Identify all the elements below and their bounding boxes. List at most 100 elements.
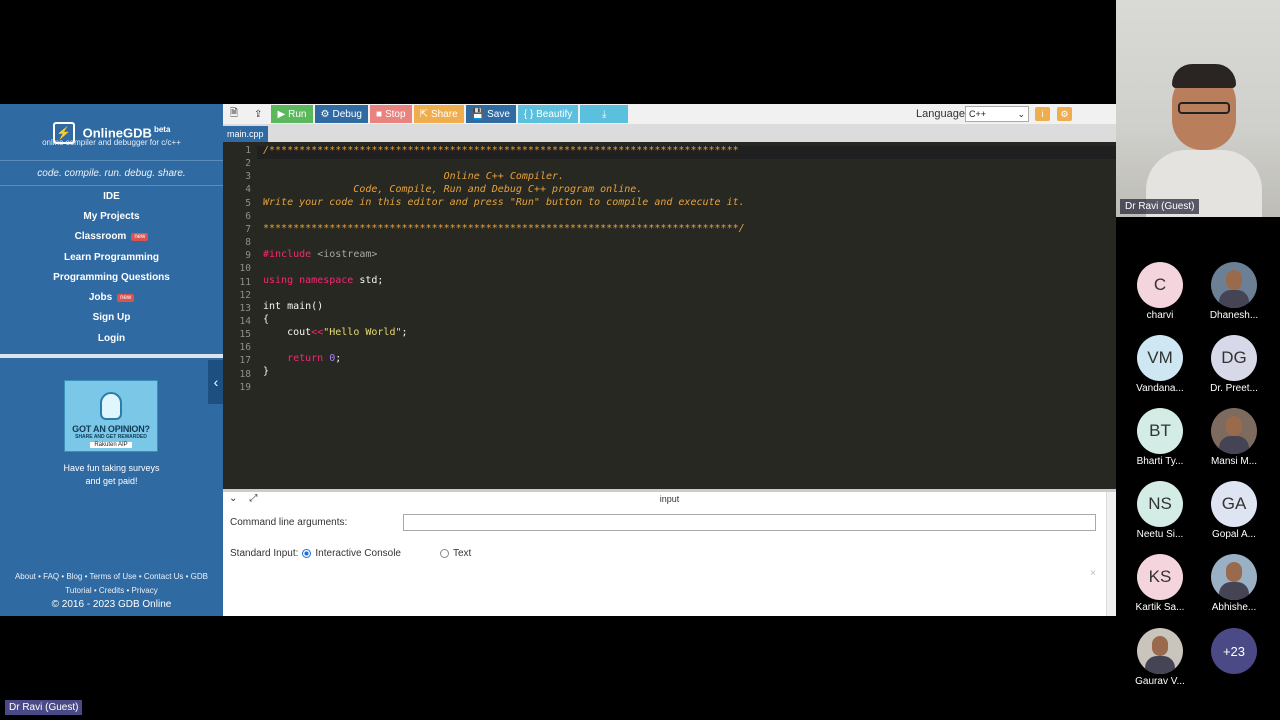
- ad-brand: Rakuten AIP: [90, 442, 132, 448]
- close-icon[interactable]: ×: [1090, 568, 1096, 579]
- brand-tagline: online compiler and debugger for c/c++: [42, 138, 181, 147]
- command-line-args-input[interactable]: [403, 514, 1096, 531]
- participant-name: Neetu Si...: [1136, 529, 1184, 540]
- text-radio[interactable]: [440, 549, 449, 558]
- interactive-console-radio[interactable]: [302, 549, 312, 558]
- standard-input-label: Standard Input:: [230, 548, 299, 559]
- run-button[interactable]: ▶ Run: [271, 105, 313, 123]
- interactive-console-label: Interactive Console: [315, 548, 401, 559]
- footer-links-1[interactable]: About • FAQ • Blog • Terms of Use • Cont…: [0, 570, 223, 584]
- code-line-13: int main(): [263, 301, 324, 312]
- line-number-gutter: 1 2 3 4 5 6 7 8 9 10 11 12 13 14 15 16 17 18 19: [223, 142, 257, 489]
- language-label: Language: [916, 108, 965, 120]
- participant-name: Vandana...: [1136, 383, 1184, 394]
- participant-tile[interactable]: Mansi M...: [1197, 408, 1271, 467]
- sidebar-item-my-projects[interactable]: My Projects: [0, 206, 223, 226]
- participant-tile[interactable]: Ccharvi: [1123, 262, 1197, 321]
- line-number: 18: [239, 368, 251, 380]
- share-icon: ⇱: [419, 108, 428, 120]
- sidebar-item-programming-questions[interactable]: Programming Questions: [0, 267, 223, 287]
- participant-name: Dhanesh...: [1209, 310, 1259, 321]
- tab-main-cpp[interactable]: main.cpp: [223, 126, 268, 142]
- beautify-button[interactable]: { } Beautify: [517, 105, 579, 123]
- line-number: 13: [239, 302, 251, 314]
- line-number: 1: [245, 145, 251, 156]
- participant-tile[interactable]: Abhishe...: [1197, 554, 1271, 613]
- chevron-down-icon[interactable]: ⌄: [229, 493, 237, 504]
- participant-tile[interactable]: KS Kartik Sa...: [1123, 554, 1197, 613]
- participant-photo: [1211, 554, 1257, 600]
- expand-icon[interactable]: ⤢: [249, 493, 257, 504]
- save-button[interactable]: 💾 Save: [465, 105, 516, 123]
- participant-avatar: +23: [1211, 628, 1257, 674]
- code-line-5: Write your code in this editor and press…: [263, 197, 745, 208]
- new-file-button[interactable]: 🗎: [223, 105, 245, 123]
- brand[interactable]: ⚡ OnlineGDB beta: [0, 104, 223, 156]
- participant-name: Gopal A...: [1212, 529, 1256, 540]
- line-number: 7: [245, 223, 251, 235]
- standard-input-row: Standard Input: Interactive Console: [230, 548, 401, 559]
- participant-name: Dr. Preet...: [1210, 383, 1258, 394]
- input-panel: ⌄ ⤢ input Command line arguments: Standa…: [223, 489, 1116, 616]
- code-line-3: Online C++ Compiler.: [263, 171, 565, 182]
- sidebar-item-jobs[interactable]: Jobs new: [0, 287, 223, 307]
- sidebar-item-learn-programming[interactable]: Learn Programming: [0, 247, 223, 267]
- new-badge: new: [117, 293, 135, 302]
- participant-name: Bharti Ty...: [1136, 456, 1184, 467]
- participant-tile[interactable]: +23: [1197, 628, 1271, 674]
- sidebar-item-login[interactable]: Login: [0, 328, 223, 348]
- participant-tile[interactable]: Dhanesh...: [1197, 262, 1271, 321]
- file-tab-strip: main.cpp: [223, 124, 1116, 142]
- participant-tile[interactable]: Gaurav V...: [1123, 628, 1197, 687]
- line-number: 14: [239, 315, 251, 327]
- participant-tile[interactable]: NS Neetu Si...: [1123, 481, 1197, 540]
- participant-photo: [1211, 408, 1257, 454]
- code-editor[interactable]: 1 2 3 4 5 6 7 8 9 10 11 12 13 14 15 16 17 18 19 /*********…: [223, 142, 1116, 489]
- play-icon: ▶: [277, 108, 286, 120]
- participant-avatar: NS: [1137, 481, 1183, 527]
- participant-photo: [1211, 262, 1257, 308]
- line-number: 9: [245, 250, 251, 262]
- line-number: 8: [245, 237, 251, 249]
- screen: ⚡ OnlineGDB beta online compiler and debu…: [0, 0, 1280, 720]
- code-line-7: ****************************************…: [263, 223, 745, 234]
- info-button[interactable]: i: [1035, 107, 1050, 121]
- sidebar-item-classroom[interactable]: Classroom new: [0, 227, 223, 247]
- lightbulb-icon: [100, 392, 122, 420]
- new-badge: new: [131, 232, 149, 241]
- participant-name: charvi: [1146, 310, 1174, 321]
- active-speaker-video[interactable]: Dr Ravi (Guest): [1116, 0, 1280, 217]
- open-button[interactable]: ⇪: [247, 105, 269, 123]
- line-number: 19: [239, 381, 251, 393]
- participant-tile[interactable]: DG Dr. Preet...: [1197, 335, 1271, 394]
- ad-banner[interactable]: GOT AN OPINION? SHARE AND GET REWARDED R…: [64, 380, 158, 452]
- code-line-1: /***************************************…: [263, 145, 739, 156]
- participant-tile[interactable]: VM Vandana...: [1123, 335, 1197, 394]
- ad-subtitle: SHARE AND GET REWARDED: [75, 434, 147, 440]
- participant-tile[interactable]: GA Gopal A...: [1197, 481, 1271, 540]
- share-button[interactable]: ⇱ Share: [413, 105, 464, 123]
- code-line-9: #include <iostream>: [263, 249, 378, 260]
- copyright: © 2016 - 2023 GDB Online: [51, 599, 172, 610]
- save-icon: 💾: [471, 108, 485, 120]
- sidebar-item-sign-up[interactable]: Sign Up: [0, 308, 223, 328]
- input-panel-scrollbar[interactable]: [1106, 492, 1116, 616]
- participant-avatar: BT: [1137, 408, 1183, 454]
- ad-title: GOT AN OPINION?: [72, 424, 150, 434]
- language-select[interactable]: C++ ⌄: [965, 106, 1029, 122]
- footer-links-2[interactable]: Tutorial • Credits • Privacy: [0, 584, 223, 598]
- settings-button[interactable]: ⚙: [1057, 107, 1072, 121]
- ad-text: Have fun taking surveys and get paid!: [63, 463, 160, 486]
- stop-button[interactable]: ■ Stop: [369, 105, 412, 123]
- code-line-4: Code, Compile, Run and Debug C++ program…: [263, 184, 643, 195]
- sidebar-item-ide[interactable]: IDE: [0, 186, 223, 206]
- gear-icon: ⚙: [1060, 108, 1069, 119]
- debug-button[interactable]: ⚙ Debug: [314, 105, 368, 123]
- sidebar-footer: About • FAQ • Blog • Terms of Use • Cont…: [0, 570, 223, 612]
- sidebar: ⚡ OnlineGDB beta online compiler and debu…: [0, 104, 224, 616]
- line-number: 12: [239, 289, 251, 301]
- brand-beta: beta: [153, 125, 171, 135]
- download-button[interactable]: ⤓: [580, 105, 629, 123]
- participant-tile[interactable]: BT Bharti Ty...: [1123, 408, 1197, 467]
- participant-avatar: VM: [1137, 335, 1183, 381]
